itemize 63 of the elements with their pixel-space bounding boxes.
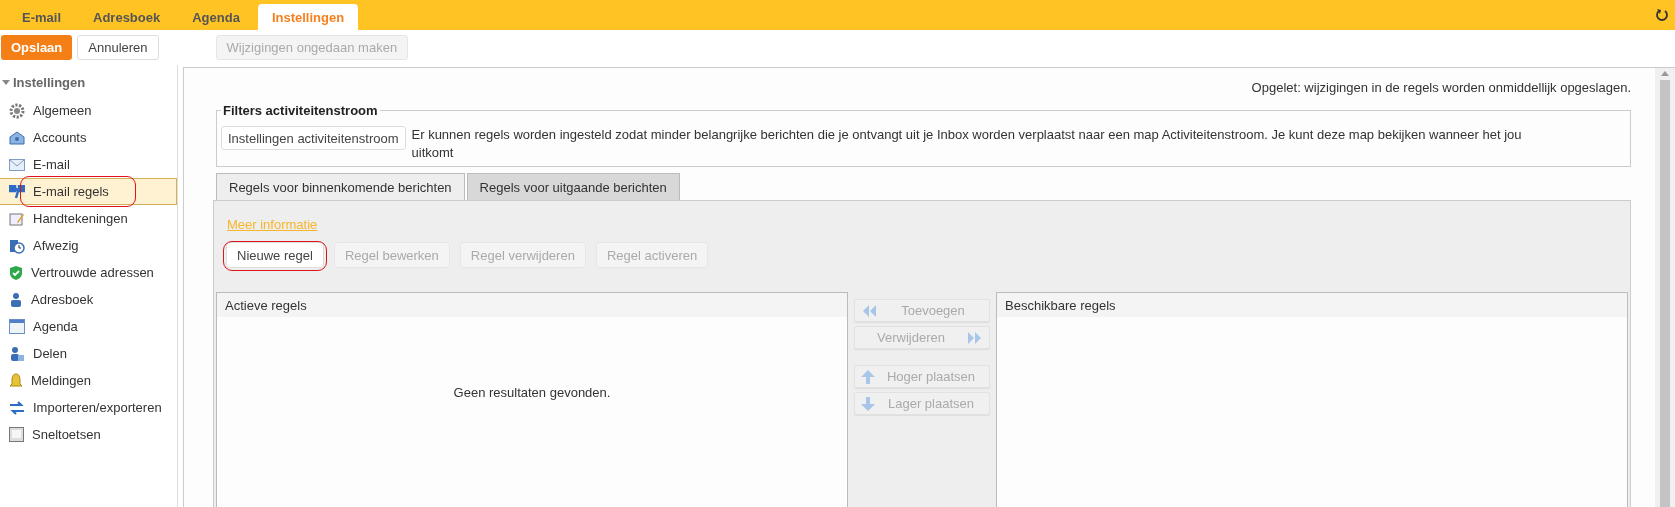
nav-tab[interactable]: Adresboek: [79, 4, 175, 30]
scrollbar-thumb[interactable]: [1660, 80, 1670, 507]
signature-icon: [9, 210, 25, 227]
nav-tab[interactable]: Agenda: [178, 4, 254, 30]
clock-icon: [9, 237, 25, 254]
sidebar-item-label: E-mail regels: [33, 184, 109, 199]
shield-icon: [9, 264, 23, 281]
sidebar-item-label: Importeren/exporteren: [33, 400, 162, 415]
sidebar-item-label: Meldingen: [31, 373, 91, 388]
swap-arrows-icon: [9, 399, 25, 416]
sidebar-item[interactable]: Adresboek: [0, 286, 177, 313]
sidebar-item-label: Handtekeningen: [33, 211, 128, 226]
sidebar-item-label: Sneltoetsen: [32, 427, 101, 442]
sidebar-item[interactable]: Importeren/exporteren: [0, 394, 177, 421]
list-header: Actieve regels: [217, 293, 847, 317]
nav-tab[interactable]: E-mail: [8, 4, 75, 30]
sidebar-item-label: Afwezig: [33, 238, 79, 253]
sidebar-item[interactable]: Sneltoetsen: [0, 421, 177, 448]
sidebar-item[interactable]: Agenda: [0, 313, 177, 340]
sidebar-item-label: E-mail: [33, 157, 70, 172]
gear-icon: [9, 102, 25, 119]
sidebar-title: Instellingen: [13, 74, 86, 90]
double-left-arrow-icon: [861, 304, 879, 317]
sidebar-item[interactable]: Afwezig: [0, 232, 177, 259]
sidebar-item[interactable]: Handtekeningen: [0, 205, 177, 232]
sidebar-item-label: Vertrouwde adressen: [31, 265, 154, 280]
down-arrow-icon: [861, 396, 875, 411]
up-arrow-icon: [861, 369, 875, 384]
empty-message: Geen resultaten gevonden.: [453, 384, 611, 400]
rules-tab[interactable]: Regels voor binnenkomende berichten: [216, 173, 465, 200]
sidebar-item[interactable]: Delen: [0, 340, 177, 367]
calendar-icon: [9, 319, 25, 334]
collapse-caret-icon[interactable]: [2, 78, 10, 86]
bell-icon: [9, 372, 23, 389]
sidebar-item-label: Algemeen: [33, 103, 92, 118]
sidebar-item-label: Adresboek: [31, 292, 94, 307]
keyboard-key-icon: [9, 427, 24, 442]
mail-account-icon: [9, 129, 25, 146]
group-title: Filters activiteitenstroom: [222, 103, 379, 118]
sidebar-item-label: Delen: [33, 346, 67, 361]
rules-tab[interactable]: Regels voor uitgaande berichten: [466, 173, 680, 200]
sidebar-item[interactable]: Vertrouwde adressen: [0, 259, 177, 286]
activity-stream-settings-button[interactable]: Instellingen activiteitenstroom: [221, 126, 406, 150]
scrollbar[interactable]: [1655, 68, 1675, 507]
sidebar-item[interactable]: Meldingen: [0, 367, 177, 394]
filter-icon: [9, 184, 25, 199]
refresh-icon[interactable]: [1655, 8, 1669, 22]
sidebar-item-label: Agenda: [33, 319, 78, 334]
sidebar-item[interactable]: Algemeen: [0, 97, 177, 124]
people-icon: [9, 345, 25, 362]
notice-text: Opgelet: wijzigingen in de regels worden onmiddellijk opgeslagen.: [1250, 80, 1631, 95]
sidebar-item-label: Accounts: [33, 130, 87, 145]
scroll-up-icon[interactable]: [1661, 71, 1669, 76]
envelope-icon: [9, 158, 25, 171]
sidebar-item[interactable]: E-mail regels: [0, 178, 177, 205]
person-icon: [9, 291, 23, 308]
list-header: Beschikbare regels: [997, 293, 1627, 317]
sidebar-item[interactable]: E-mail: [0, 151, 177, 178]
double-right-arrow-icon: [965, 331, 983, 344]
cancel-button[interactable]: Annuleren: [77, 35, 159, 60]
rule-action-button[interactable]: Nieuwe regel: [226, 242, 324, 268]
filters-description: Er kunnen regels worden ingesteld zodat minder belangrijke berichten die je ontvangt uit je Inbox worden verplaatst naar een map Activiteitenstroom. Je kunt deze map bekijken wanneer het jou uitkomt: [411, 126, 1523, 162]
sidebar-item[interactable]: Accounts: [0, 124, 177, 151]
